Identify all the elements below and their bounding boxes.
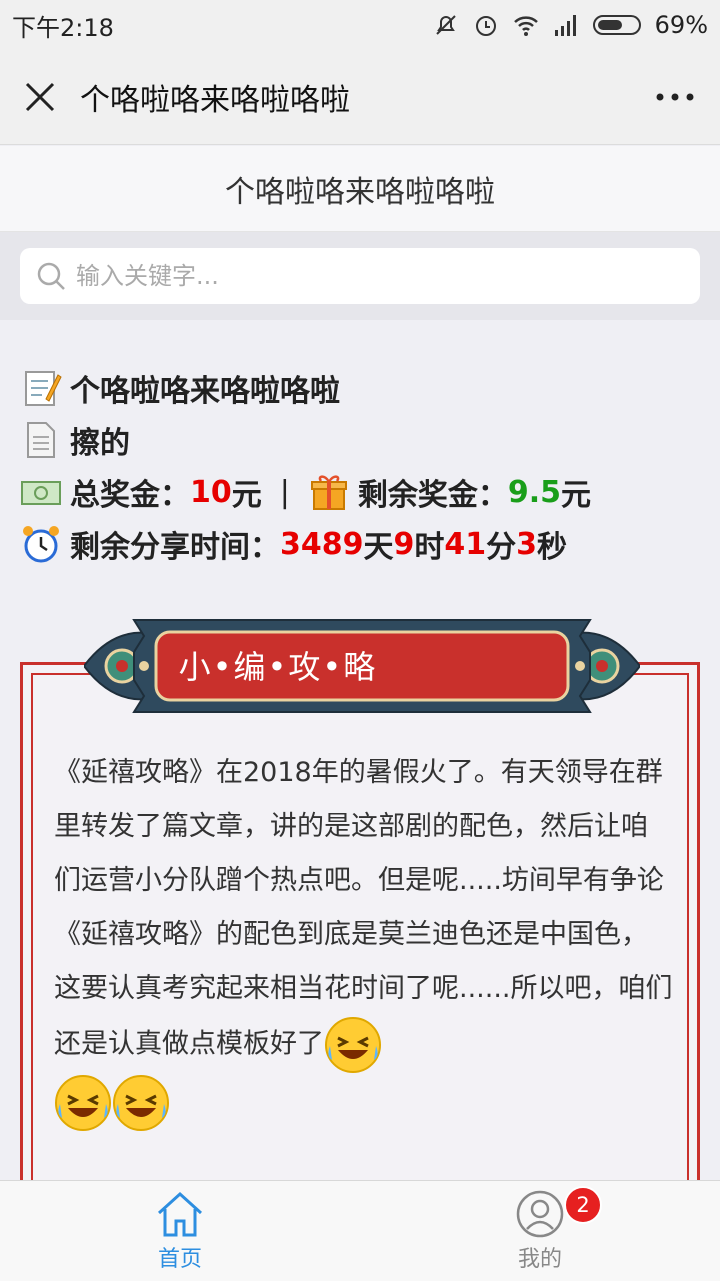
title-bar: 个咯啦咯来咯啦咯啦 [0, 50, 720, 145]
mute-icon [435, 15, 456, 35]
activity-subtitle-row: 擦的 [20, 414, 700, 466]
tab-mine[interactable]: 我的 2 [360, 1181, 720, 1281]
remaining-bonus-value: 9.5 [507, 474, 562, 510]
window-title: 个咯啦咯来咯啦咯啦 [80, 83, 350, 118]
signal-icon [554, 15, 576, 36]
remaining-bonus-unit: 元 [561, 478, 592, 513]
close-icon [25, 82, 55, 112]
countdown-seconds-unit: 秒 [537, 530, 567, 565]
battery-icon [592, 15, 641, 35]
memo-icon [25, 371, 62, 406]
wifi-icon [513, 16, 538, 36]
bonus-row: 总奖金： 10 元 | 剩余奖金： 9.5 元 [20, 466, 700, 518]
close-button[interactable] [0, 50, 80, 145]
activity-title-row: 个咯啦咯来咯啦咯啦 [20, 362, 700, 414]
countdown-hours: 9 [393, 526, 415, 562]
gift-icon [310, 475, 347, 510]
remaining-bonus-label: 剩余奖金： [357, 478, 508, 513]
countdown-hours-unit: 时 [414, 530, 445, 565]
alarm-clock-icon [23, 526, 59, 563]
article-text: 《延禧攻略》在2018年的暑假火了。有天领导在群里转发了篇文章，讲的是这部剧的配… [54, 746, 674, 1132]
tab-home-label: 首页 [157, 1247, 202, 1272]
total-bonus-label: 总奖金： [70, 478, 190, 513]
document-icon [27, 422, 55, 458]
alarm-icon [475, 16, 496, 36]
notification-badge: 2 [564, 1186, 602, 1224]
activity-title: 个咯啦咯来咯啦咯啦 [70, 374, 340, 409]
countdown-seconds: 3 [516, 526, 537, 562]
money-icon [21, 481, 61, 505]
home-icon [157, 1191, 203, 1237]
page-title: 个咯啦咯来咯啦咯啦 [0, 146, 720, 232]
total-bonus-unit: 元 [231, 478, 262, 513]
search-icon [37, 262, 65, 290]
tab-mine-label: 我的 [517, 1247, 562, 1272]
total-bonus-value: 10 [190, 474, 232, 510]
more-icon [656, 93, 694, 101]
countdown-label: 剩余分享时间： [70, 530, 280, 565]
more-button[interactable] [630, 50, 720, 145]
tab-bar: 首页 我的 2 [0, 1180, 720, 1281]
countdown-minutes-unit: 分 [486, 530, 517, 565]
laughing-emoji-icon [325, 1017, 381, 1073]
tab-home[interactable]: 首页 [0, 1181, 360, 1281]
countdown-minutes: 41 [444, 526, 487, 562]
search-input[interactable] [74, 261, 700, 291]
search-bar [0, 232, 720, 320]
article-body: 《延禧攻略》在2018年的暑假火了。有天领导在群里转发了篇文章，讲的是这部剧的配… [54, 757, 673, 1060]
search-box[interactable] [20, 248, 700, 304]
banner-label: 小•编•攻•略 [178, 648, 378, 686]
separator: | [279, 474, 290, 510]
profile-icon [516, 1190, 564, 1238]
activity-info: 个咯啦咯来咯啦咯啦 擦的 总奖金： 10 元 | 剩余奖金： 9.5 元 剩余分… [20, 362, 700, 570]
countdown-row: 剩余分享时间： 3489 天 9 时 41 分 3 秒 [20, 518, 700, 570]
status-bar: 下午2:18 69% [0, 0, 720, 50]
status-icons: 69% [433, 11, 708, 39]
activity-subtitle: 擦的 [70, 426, 130, 461]
status-time: 下午2:18 [12, 13, 114, 42]
countdown-days-unit: 天 [363, 530, 394, 565]
laughing-emoji-icon [113, 1075, 169, 1131]
countdown-days: 3489 [280, 526, 364, 562]
battery-percent: 69% [654, 11, 708, 39]
laughing-emoji-icon [55, 1075, 111, 1131]
